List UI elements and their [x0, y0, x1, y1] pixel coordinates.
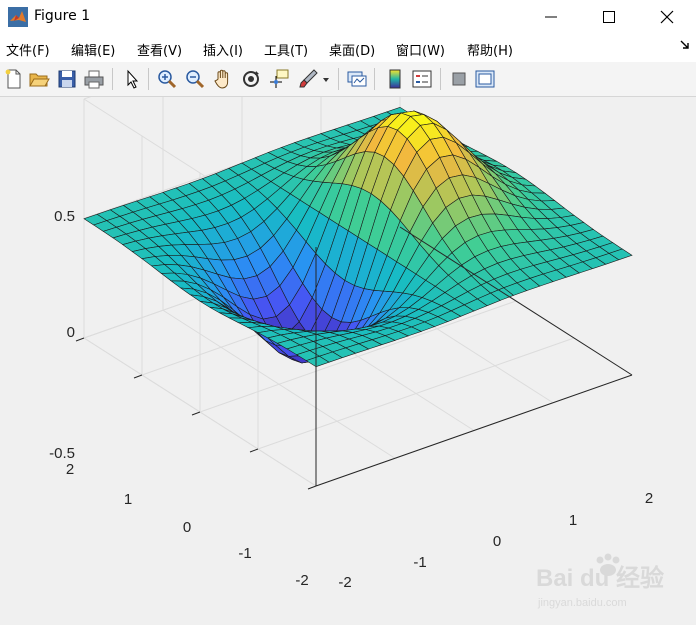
colorbar-icon[interactable]	[384, 68, 406, 90]
menu-insert[interactable]: 插入(I)	[203, 40, 243, 59]
save-icon[interactable]	[56, 68, 78, 90]
zoom-out-icon[interactable]	[184, 68, 206, 90]
pan-hand-icon[interactable]	[212, 68, 234, 90]
rotate-3d-icon[interactable]	[240, 68, 262, 90]
title-bar: Figure 1	[0, 0, 696, 34]
maximize-button[interactable]	[586, 0, 632, 34]
menu-file[interactable]: 文件(F)	[6, 40, 50, 59]
link-plot-icon[interactable]	[346, 68, 368, 90]
y-tick-label: -1	[238, 545, 251, 562]
surface-plot[interactable]: -0.5 0 0.5 2 1 0 -1 -2 -2 -1 0 1 2	[0, 97, 696, 625]
z-tick-label: -0.5	[49, 445, 75, 462]
data-cursor-icon[interactable]	[268, 68, 290, 90]
menu-tools[interactable]: 工具(T)	[264, 40, 308, 59]
menu-window[interactable]: 窗口(W)	[396, 40, 445, 59]
y-tick-label: -2	[295, 572, 308, 589]
x-tick-label: 1	[569, 512, 577, 529]
y-tick	[307, 485, 317, 490]
hide-plot-tools-icon[interactable]	[448, 68, 470, 90]
x-tick-label: 0	[493, 533, 501, 550]
y-tick-label: 0	[183, 519, 191, 536]
minimize-button[interactable]	[528, 0, 574, 34]
y-tick	[249, 448, 259, 453]
close-button[interactable]	[644, 0, 690, 34]
dock-arrow-icon[interactable]	[680, 39, 690, 53]
y-tick	[75, 337, 85, 342]
zoom-in-icon[interactable]	[156, 68, 178, 90]
x-tick-label: 2	[645, 490, 653, 507]
z-tick-label: 0	[67, 324, 75, 341]
z-tick-label: 0.5	[54, 208, 75, 225]
y-tick-label: 1	[124, 491, 132, 508]
x-axis-line	[315, 374, 633, 487]
watermark-subtext: jingyan.baidu.com	[537, 597, 627, 609]
toolbar-separator	[440, 68, 441, 90]
menu-help[interactable]: 帮助(H)	[467, 40, 513, 59]
legend-icon[interactable]	[411, 68, 433, 90]
toolbar-separator	[374, 68, 375, 90]
window-title: Figure 1	[34, 8, 91, 24]
menu-edit[interactable]: 编辑(E)	[71, 40, 115, 59]
y-tick	[133, 374, 143, 379]
toolbar-separator	[338, 68, 339, 90]
figure-toolbar	[0, 62, 696, 97]
print-icon[interactable]	[83, 68, 105, 90]
figure-canvas[interactable]: -0.5 0 0.5 2 1 0 -1 -2 -2 -1 0 1 2	[0, 97, 696, 625]
brush-icon[interactable]	[297, 68, 319, 90]
toolbar-separator	[112, 68, 113, 90]
new-figure-icon[interactable]	[3, 68, 25, 90]
y-tick	[191, 411, 201, 416]
matlab-logo-icon	[8, 7, 28, 27]
y-tick-label: 2	[66, 461, 74, 478]
chevron-down-icon[interactable]	[320, 68, 332, 90]
show-plot-tools-icon[interactable]	[474, 68, 496, 90]
menu-view[interactable]: 查看(V)	[137, 40, 182, 59]
menu-bar: 文件(F) 编辑(E) 查看(V) 插入(I) 工具(T) 桌面(D) 窗口(W…	[0, 34, 696, 62]
menu-desktop[interactable]: 桌面(D)	[329, 40, 375, 59]
select-arrow-icon[interactable]	[121, 68, 143, 90]
watermark-text: Bai du 经验	[536, 564, 664, 592]
x-tick-label: -2	[338, 574, 351, 591]
x-tick-label: -1	[413, 554, 426, 571]
baidu-watermark: Bai du 经验 jingyan.baidu.com	[528, 548, 678, 618]
open-icon[interactable]	[28, 68, 50, 90]
toolbar-separator	[148, 68, 149, 90]
